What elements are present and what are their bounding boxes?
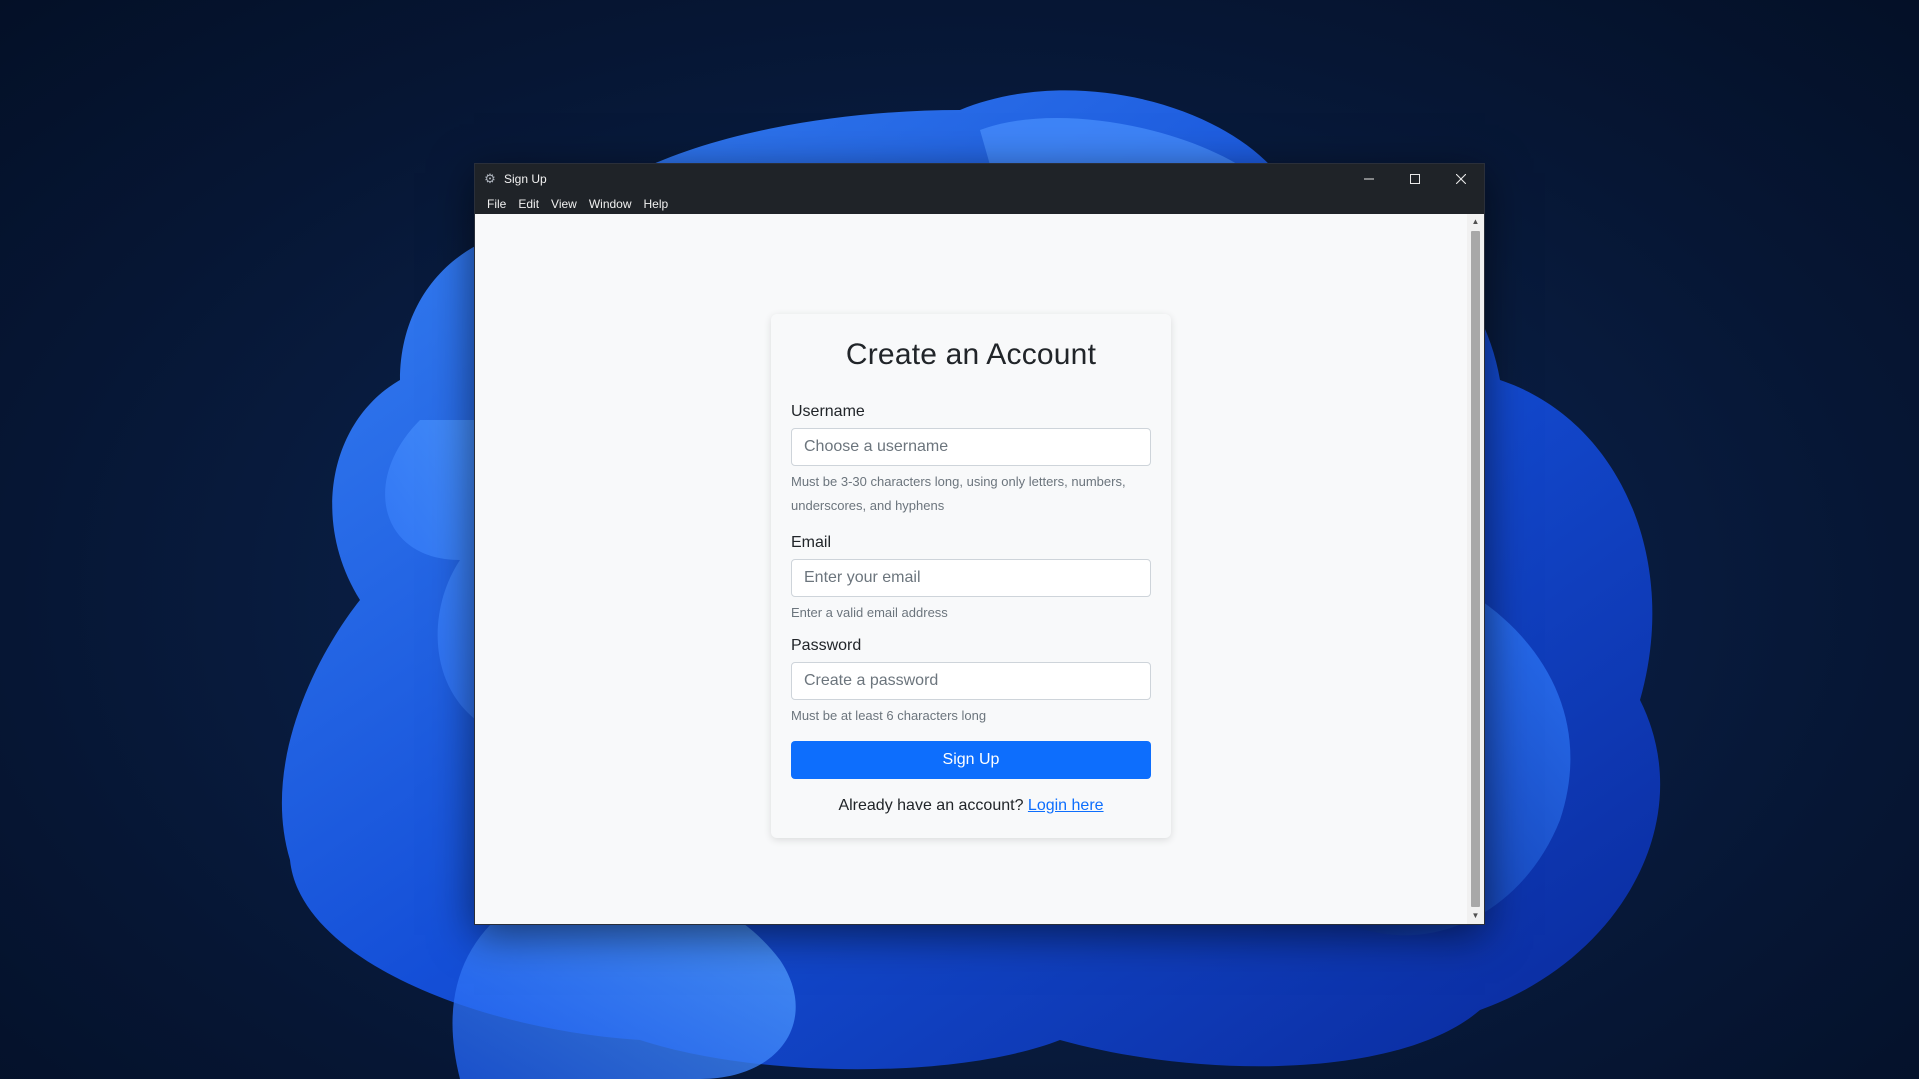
desktop: ⚙ Sign Up File Edit View Window Help Cre… bbox=[0, 0, 1919, 1079]
username-help-text: Must be 3-30 characters long, using only… bbox=[791, 474, 1126, 513]
page-content: Create an Account Username Must be 3-30 … bbox=[475, 214, 1467, 924]
username-input[interactable] bbox=[791, 428, 1151, 466]
password-label: Password bbox=[791, 637, 862, 654]
menu-help[interactable]: Help bbox=[638, 194, 675, 214]
close-button[interactable] bbox=[1438, 164, 1484, 194]
maximize-button[interactable] bbox=[1392, 164, 1438, 194]
menu-view[interactable]: View bbox=[545, 194, 583, 214]
page-title: Create an Account bbox=[845, 338, 1097, 371]
scroll-up-arrow-icon[interactable]: ▲ bbox=[1467, 214, 1484, 230]
menu-bar: File Edit View Window Help bbox=[475, 194, 1484, 214]
menu-window[interactable]: Window bbox=[583, 194, 638, 214]
minimize-button[interactable] bbox=[1346, 164, 1392, 194]
scroll-thumb[interactable] bbox=[1471, 231, 1480, 907]
login-prompt-line: Already have an account? Login here bbox=[791, 797, 1151, 815]
minimize-icon bbox=[1364, 178, 1374, 180]
sign-up-button[interactable]: Sign Up bbox=[791, 741, 1151, 779]
login-link[interactable]: Login here bbox=[1028, 797, 1104, 814]
menu-file[interactable]: File bbox=[481, 194, 512, 214]
signup-card: Create an Account Username Must be 3-30 … bbox=[771, 314, 1171, 838]
login-prompt-text: Already have an account? bbox=[838, 797, 1024, 814]
maximize-icon bbox=[1410, 174, 1420, 184]
app-window: ⚙ Sign Up File Edit View Window Help Cre… bbox=[474, 163, 1485, 925]
gear-icon: ⚙ bbox=[484, 171, 496, 186]
vertical-scrollbar[interactable]: ▲ ▼ bbox=[1467, 214, 1484, 924]
password-input[interactable] bbox=[791, 662, 1151, 700]
email-help-text: Enter a valid email address bbox=[791, 605, 948, 620]
close-icon bbox=[1456, 174, 1466, 184]
window-title: Sign Up bbox=[504, 172, 547, 186]
menu-edit[interactable]: Edit bbox=[512, 194, 545, 214]
username-label: Username bbox=[791, 403, 865, 420]
email-input[interactable] bbox=[791, 559, 1151, 597]
title-bar[interactable]: ⚙ Sign Up bbox=[475, 164, 1484, 194]
scroll-down-arrow-icon[interactable]: ▼ bbox=[1467, 908, 1484, 924]
password-help-text: Must be at least 6 characters long bbox=[791, 708, 987, 723]
email-label: Email bbox=[791, 534, 832, 551]
